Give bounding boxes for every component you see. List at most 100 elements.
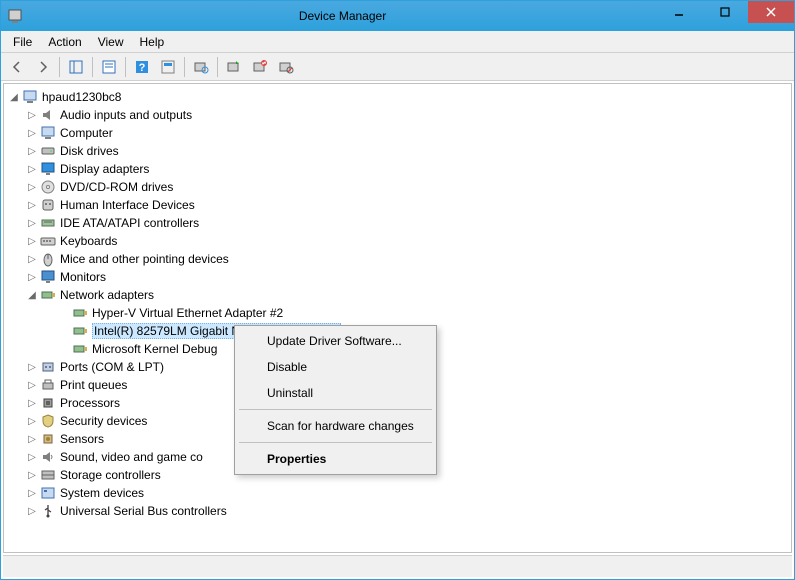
context-menu-item[interactable]: Disable: [237, 354, 434, 380]
tree-category[interactable]: ▷ Universal Serial Bus controllers: [4, 502, 791, 520]
expand-icon[interactable]: ▷: [26, 145, 38, 157]
collapse-icon[interactable]: ◢: [8, 91, 20, 103]
uninstall-button[interactable]: [248, 55, 272, 79]
tree-label: Audio inputs and outputs: [60, 108, 192, 122]
context-menu-item[interactable]: Update Driver Software...: [237, 328, 434, 354]
menu-help[interactable]: Help: [132, 32, 173, 52]
forward-button[interactable]: [31, 55, 55, 79]
system-icon: [40, 485, 56, 501]
tree-category[interactable]: ▷ Audio inputs and outputs: [4, 106, 791, 124]
expand-icon[interactable]: ▷: [26, 181, 38, 193]
expand-icon[interactable]: ▷: [26, 469, 38, 481]
tree-label: Network adapters: [60, 288, 154, 302]
menubar: File Action View Help: [1, 31, 794, 53]
cpu-icon: [40, 395, 56, 411]
scan-hardware-button[interactable]: [189, 55, 213, 79]
expand-icon[interactable]: ▷: [26, 217, 38, 229]
display-icon: [40, 161, 56, 177]
tree-category[interactable]: ▷Monitors: [4, 268, 791, 286]
dvd-icon: [40, 179, 56, 195]
expand-icon[interactable]: ▷: [26, 379, 38, 391]
help-button[interactable]: ?: [130, 55, 154, 79]
tree-label: Sound, video and game co: [60, 450, 203, 464]
expand-icon[interactable]: ▷: [26, 271, 38, 283]
expand-icon[interactable]: ▷: [26, 415, 38, 427]
expand-icon[interactable]: ▷: [26, 109, 38, 121]
disk-icon: [40, 143, 56, 159]
window-controls: [656, 1, 794, 31]
expand-icon[interactable]: ▷: [26, 127, 38, 139]
window-title: Device Manager: [29, 9, 656, 23]
menu-action[interactable]: Action: [40, 32, 89, 52]
context-menu-item[interactable]: Properties: [237, 446, 434, 472]
expand-icon[interactable]: ▷: [26, 451, 38, 463]
tree-category[interactable]: ▷ Disk drives: [4, 142, 791, 160]
printer-icon: [40, 377, 56, 393]
tree-label: Storage controllers: [60, 468, 161, 482]
menu-view[interactable]: View: [90, 32, 132, 52]
tree-root[interactable]: ◢ hpaud1230bc8: [4, 88, 791, 106]
tree-device[interactable]: Hyper-V Virtual Ethernet Adapter #2: [4, 304, 791, 322]
maximize-button[interactable]: [702, 1, 748, 23]
expand-icon[interactable]: ▷: [26, 361, 38, 373]
tree-label: Keyboards: [60, 234, 117, 248]
context-menu-item[interactable]: Uninstall: [237, 380, 434, 406]
computer-icon: [22, 89, 38, 105]
tree-label: Ports (COM & LPT): [60, 360, 164, 374]
tree-label: Hyper-V Virtual Ethernet Adapter #2: [92, 306, 283, 320]
toolbar-separator: [92, 57, 93, 77]
computer-icon: [40, 125, 56, 141]
tree-category[interactable]: ◢ Network adapters: [4, 286, 791, 304]
tree-label: Mice and other pointing devices: [60, 252, 229, 266]
svg-text:?: ?: [139, 62, 146, 74]
expand-icon[interactable]: ▷: [26, 397, 38, 409]
properties-button[interactable]: [97, 55, 121, 79]
network-icon: [72, 341, 88, 357]
network-icon: [40, 287, 56, 303]
tree-category[interactable]: ▷Display adapters: [4, 160, 791, 178]
expand-icon[interactable]: ▷: [26, 199, 38, 211]
tree-category[interactable]: ▷Computer: [4, 124, 791, 142]
disable-button[interactable]: [274, 55, 298, 79]
action-button[interactable]: [156, 55, 180, 79]
menu-file[interactable]: File: [5, 32, 40, 52]
update-driver-button[interactable]: [222, 55, 246, 79]
tree-category[interactable]: ▷ System devices: [4, 484, 791, 502]
back-button[interactable]: [5, 55, 29, 79]
show-hide-tree-button[interactable]: [64, 55, 88, 79]
expand-icon[interactable]: ▷: [26, 433, 38, 445]
menu-separator: [239, 409, 432, 410]
network-icon: [72, 323, 88, 339]
toolbar-separator: [217, 57, 218, 77]
expand-icon[interactable]: ▷: [26, 487, 38, 499]
close-button[interactable]: [748, 1, 794, 23]
expand-icon[interactable]: ▷: [26, 505, 38, 517]
tree-category[interactable]: ▷ Keyboards: [4, 232, 791, 250]
tree-category[interactable]: ▷Human Interface Devices: [4, 196, 791, 214]
minimize-button[interactable]: [656, 1, 702, 23]
tree-label: System devices: [60, 486, 144, 500]
expand-icon[interactable]: ▷: [26, 253, 38, 265]
keyboard-icon: [40, 233, 56, 249]
expand-icon[interactable]: ▷: [26, 163, 38, 175]
toolbar-separator: [125, 57, 126, 77]
tree-category[interactable]: ▷ Mice and other pointing devices: [4, 250, 791, 268]
sensor-icon: [40, 431, 56, 447]
tree-label: Universal Serial Bus controllers: [60, 504, 227, 518]
context-menu-item[interactable]: Scan for hardware changes: [237, 413, 434, 439]
mouse-icon: [40, 251, 56, 267]
toolbar-separator: [59, 57, 60, 77]
tree-label: Disk drives: [60, 144, 119, 158]
tree-label: Security devices: [60, 414, 147, 428]
usb-icon: [40, 503, 56, 519]
device-manager-window: Device Manager File Action View Help: [0, 0, 795, 580]
toolbar-separator: [184, 57, 185, 77]
titlebar[interactable]: Device Manager: [1, 1, 794, 31]
expand-icon[interactable]: ◢: [26, 289, 38, 301]
tree-category[interactable]: ▷ IDE ATA/ATAPI controllers: [4, 214, 791, 232]
tree-category[interactable]: ▷DVD/CD-ROM drives: [4, 178, 791, 196]
expand-icon[interactable]: ▷: [26, 235, 38, 247]
tree-label: hpaud1230bc8: [42, 90, 121, 104]
tree-label: Microsoft Kernel Debug: [92, 342, 217, 356]
tree-label: IDE ATA/ATAPI controllers: [60, 216, 199, 230]
